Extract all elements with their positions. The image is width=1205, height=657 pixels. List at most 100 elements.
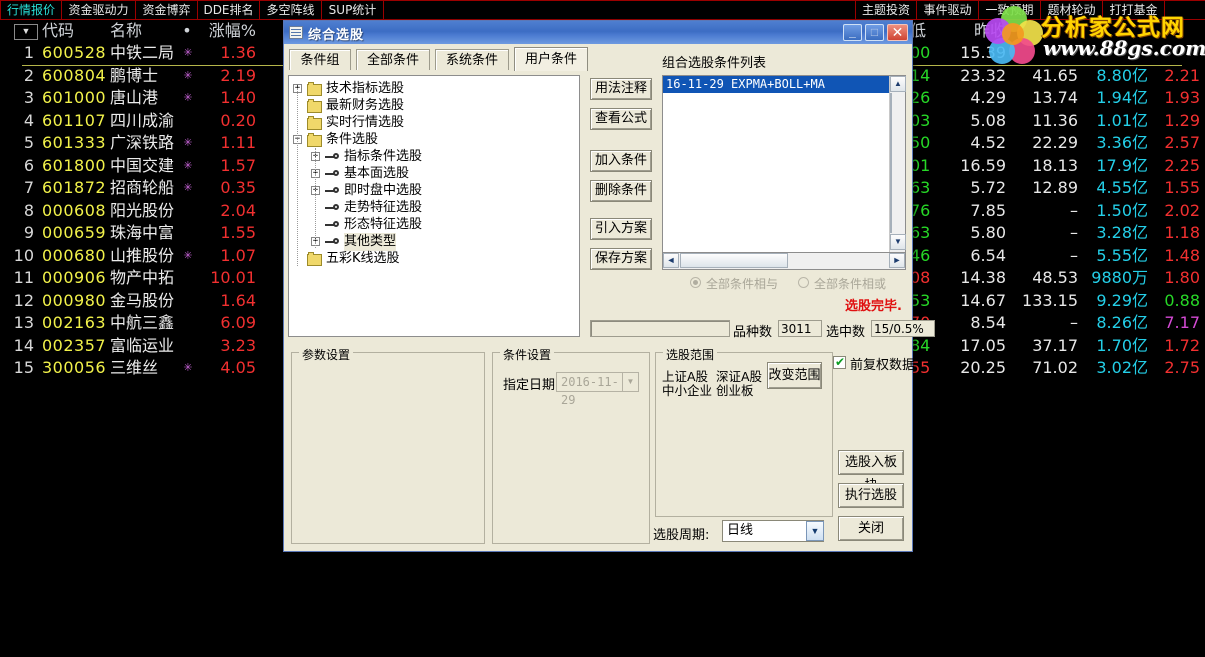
tab-2[interactable]: 系统条件 [435, 49, 509, 70]
scroll-up-button[interactable]: ▲ [890, 76, 906, 92]
cell-code: 601872 [42, 178, 107, 197]
radio-or-dot[interactable] [798, 277, 809, 288]
dialog-title-bar[interactable]: 综合选股 _ □ ✕ [284, 21, 912, 44]
list-item[interactable]: 16-11-29 EXPMA+BOLL+MA [663, 76, 889, 93]
scroll-left-button[interactable]: ◄ [663, 253, 679, 268]
adjusted-price-label[interactable]: 前复权数据 [850, 354, 915, 373]
cell-chg: 2.04 [220, 200, 256, 220]
toolbar-tab-4[interactable]: 多空阵线 [260, 1, 322, 19]
scroll-thumb[interactable] [890, 93, 892, 233]
condition-node-icon [325, 187, 340, 196]
hscroll-thumb[interactable] [680, 253, 788, 268]
cell-unit [1132, 42, 1146, 65]
dialog-button-3[interactable]: 删除条件 [590, 180, 652, 202]
radio-and-dot[interactable] [690, 277, 701, 288]
toolbar-right-tab-0[interactable]: 主题投资 [855, 1, 917, 19]
cell-idx: 1 [23, 43, 34, 62]
cell-star: ✳ [183, 136, 193, 149]
radio-and-label[interactable]: 全部条件相与 [706, 275, 778, 292]
cell-star [182, 267, 194, 290]
tab-1[interactable]: 全部条件 [356, 49, 430, 70]
cell-amt: 11.36 [1032, 110, 1078, 130]
cell-val: 9.29 [1096, 290, 1132, 310]
cell-name: 四川成渝 [110, 110, 175, 130]
tree-node-label: 走势特征选股 [344, 200, 423, 215]
grid-header-cell-3[interactable]: 涨幅% [196, 20, 256, 42]
cell-amt: – [1070, 245, 1078, 265]
cell-star [182, 290, 194, 313]
maximize-button[interactable]: □ [865, 24, 884, 41]
action-button-0[interactable]: 选股入板块 [838, 450, 904, 493]
cell-unit: 亿 [1132, 155, 1149, 175]
vertical-scrollbar[interactable]: ▲ ▼ [889, 76, 906, 252]
toolbar-tab-2[interactable]: 资金博弈 [136, 1, 198, 19]
dialog-button-0[interactable]: 用法注释 [590, 78, 652, 100]
toolbar-tab-0[interactable]: 行情报价 [0, 1, 62, 19]
cell-prev: 4.52 [970, 133, 1006, 152]
change-scope-button[interactable]: 改变范围 [767, 362, 822, 389]
cell-code: 002357 [42, 335, 107, 355]
cell-star [182, 222, 194, 245]
cell-ratio: 1.29 [1164, 110, 1200, 130]
action-button-1[interactable]: 执行选股 [838, 483, 904, 508]
toolbar-right-tab-4[interactable]: 打打基金 [1103, 1, 1165, 19]
toolbar-tab-3[interactable]: DDE排名 [198, 1, 260, 19]
grid-header-cell-1[interactable]: 名称 [110, 20, 184, 42]
toolbar-tab-5[interactable]: SUP统计 [322, 1, 384, 19]
cell-low: 08 [910, 268, 931, 287]
condition-tree[interactable]: + 技术指标选股 最新财务选股 实时行情选股 − 条件选股 + 指标条件选股 + 基本面选股 + 即时… [288, 75, 580, 337]
grid-dropdown-button[interactable]: ▼ [14, 24, 38, 40]
toolbar-right-tab-3[interactable]: 题材轮动 [1041, 1, 1103, 19]
cell-name: 中铁二局 [110, 43, 175, 62]
date-field[interactable]: 2016-11-29 [556, 372, 623, 407]
grid-header-cell-5[interactable]: 昨收 [958, 20, 1006, 42]
cell-amt: 41.65 [1032, 65, 1078, 85]
cell-low: 50 [910, 133, 931, 152]
toolbar-right-tab-2[interactable]: 一致预期 [979, 1, 1041, 19]
cell-idx: 12 [13, 290, 34, 310]
period-combo-arrow[interactable]: ▼ [806, 521, 824, 541]
date-dropdown-arrow[interactable]: ▼ [622, 372, 639, 392]
condition-node-icon [325, 204, 340, 213]
condition-settings-title: 条件设置 [500, 346, 555, 363]
minimize-button[interactable]: _ [843, 24, 862, 41]
cell-val: 8.80 [1096, 65, 1132, 85]
scroll-right-button[interactable]: ► [889, 253, 905, 268]
cell-low: 46 [910, 245, 931, 265]
toolbar-tab-1[interactable]: 资金驱动力 [62, 1, 136, 19]
scroll-down-button[interactable]: ▼ [890, 234, 906, 250]
toolbar-right-tab-1[interactable]: 事件驱动 [917, 1, 979, 19]
cell-star: ✳ [183, 181, 193, 194]
grid-header-cell-0[interactable]: 代码 [42, 20, 108, 42]
action-button-2[interactable]: 关闭 [838, 516, 904, 541]
grid-header-cell-2[interactable]: • [180, 20, 194, 42]
cell-prev: 23.32 [960, 65, 1006, 85]
cell-val: 3.28 [1096, 223, 1132, 242]
cell-prev: 5.08 [970, 110, 1006, 130]
grid-header-cell-4[interactable]: 低 [910, 20, 938, 42]
close-button[interactable]: ✕ [887, 24, 908, 41]
cell-low: 26 [910, 88, 931, 107]
cell-name: 物产中拓 [110, 268, 175, 287]
cell-code: 000608 [42, 200, 107, 220]
tree-node-label: 技术指标选股 [326, 81, 405, 96]
cell-val: 5.55 [1096, 245, 1132, 265]
cell-prev: 8.54 [970, 313, 1006, 332]
cell-code: 000906 [42, 268, 107, 287]
dialog-button-5[interactable]: 保存方案 [590, 248, 652, 270]
cell-star: ✳ [183, 361, 193, 374]
adjusted-price-checkbox[interactable] [833, 355, 846, 369]
dialog-button-2[interactable]: 加入条件 [590, 150, 652, 172]
radio-or-label[interactable]: 全部条件相或 [814, 275, 886, 292]
dialog-button-1[interactable]: 查看公式 [590, 108, 652, 130]
horizontal-scrollbar[interactable]: ◄ ► [662, 253, 906, 270]
cell-ratio: 1.72 [1164, 335, 1200, 355]
dialog-button-4[interactable]: 引入方案 [590, 218, 652, 240]
tab-3[interactable]: 用户条件 [514, 47, 588, 71]
cell-star: ✳ [183, 248, 193, 262]
cell-star: ✳ [183, 158, 193, 172]
selected-conditions-listbox[interactable]: 16-11-29 EXPMA+BOLL+MA ▲ ▼ [662, 75, 906, 253]
cell-name: 招商轮船 [110, 178, 175, 197]
tab-0[interactable]: 条件组 [289, 49, 351, 70]
cell-val: 1.50 [1096, 200, 1132, 220]
